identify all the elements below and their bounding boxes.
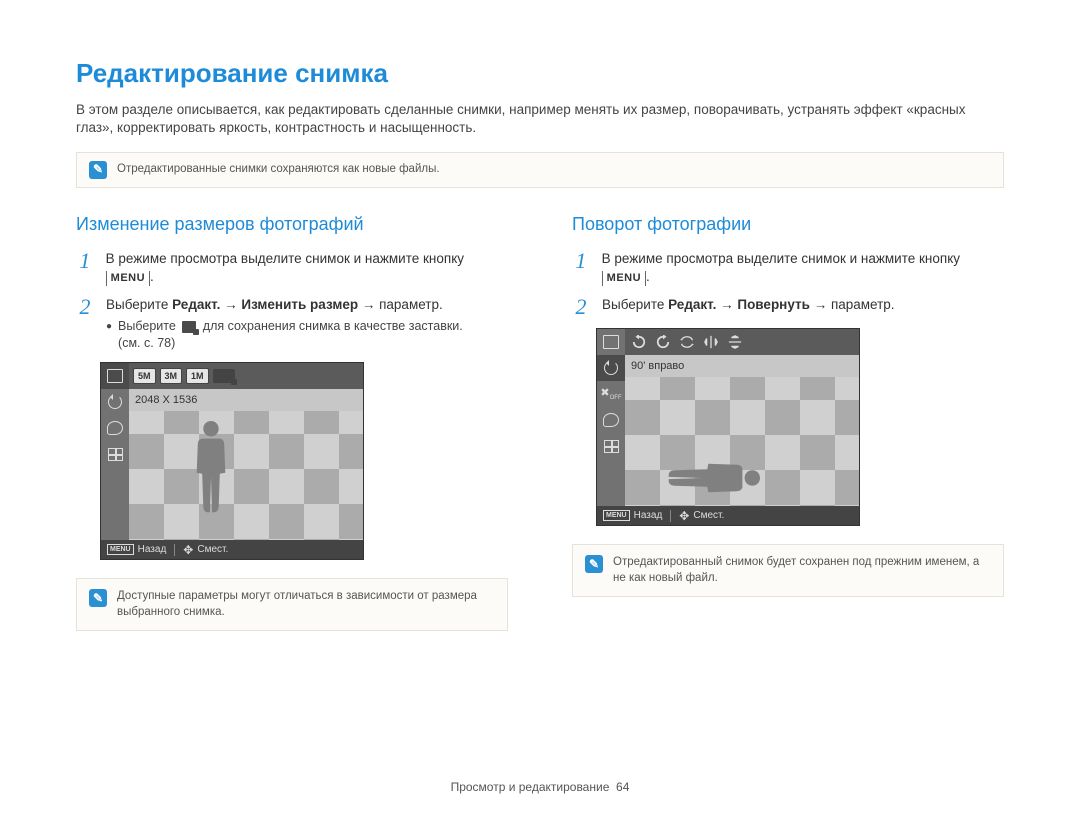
select-prefix: Выберите [602, 297, 668, 312]
status-move-icon: ✥ [679, 508, 689, 524]
status-back-label[interactable]: Назад [634, 509, 663, 523]
size-chip-startup-icon[interactable] [213, 369, 235, 383]
step1-suffix: . [646, 269, 650, 284]
status-back-label[interactable]: Назад [138, 543, 167, 557]
menu-badge: MENU [106, 271, 150, 286]
startup-image-icon [182, 321, 196, 333]
lcd-status-bar: MENU Назад ✥ Смест. [597, 506, 859, 525]
rotate-left-icon[interactable] [653, 334, 673, 350]
step-number: 1 [572, 250, 590, 286]
rotate-step-2: 2 Выберите Редакт. → Повернуть → парамет… [572, 296, 1004, 318]
sidebar-rotate-icon[interactable] [597, 355, 625, 381]
flip-horizontal-icon[interactable] [701, 334, 721, 350]
arrow: → [720, 297, 734, 312]
size-chip-3m[interactable]: 3M [160, 368, 183, 384]
note-icon: ✎ [585, 555, 603, 573]
footer-section: Просмотр и редактирование [451, 780, 610, 794]
heading-rotate: Поворот фотографии [572, 212, 1004, 236]
see-page: (см. с. 78) [118, 335, 463, 352]
flip-vertical-icon[interactable] [725, 334, 745, 350]
lcd-resize: 5M 3M 1M 2048 X 1536 MENU Назад [100, 362, 364, 560]
step-number: 1 [76, 250, 94, 286]
lcd-preview-area [625, 377, 859, 506]
arrow: → [362, 297, 376, 312]
step-number: 2 [76, 296, 94, 352]
rotate-right-icon[interactable] [629, 334, 649, 350]
rotate-label: Повернуть [737, 297, 810, 312]
sidebar-resize-icon[interactable] [597, 329, 625, 355]
status-menu-icon: MENU [107, 544, 134, 555]
footer-page-number: 64 [616, 780, 629, 794]
resize-label: Изменить размер [241, 297, 358, 312]
select-prefix: Выберите [106, 297, 172, 312]
param-suffix: параметр. [375, 297, 442, 312]
size-chip-5m[interactable]: 5M [133, 368, 156, 384]
sidebar-rotate-icon[interactable] [101, 389, 129, 415]
edit-label: Редакт. [172, 297, 220, 312]
status-menu-icon: MENU [603, 510, 630, 521]
sidebar-grid-icon[interactable] [597, 433, 625, 459]
page-title: Редактирование снимка [76, 56, 1004, 91]
note-left-text: Доступные параметры могут отличаться в з… [117, 589, 495, 620]
lcd-value-row: 90' вправо [625, 355, 859, 377]
rotate-180-icon[interactable] [677, 334, 697, 350]
col-rotate: Поворот фотографии 1 В режиме просмотра … [572, 212, 1004, 656]
resize-step-1: 1 В режиме просмотра выделите снимок и н… [76, 250, 508, 286]
lcd-preview-area [129, 411, 363, 540]
note-right-text: Отредактированный снимок будет сохранен … [613, 555, 991, 586]
bullet-suffix: для сохранения снимка в качестве заставк… [199, 319, 462, 333]
size-chip-1m[interactable]: 1M [186, 368, 209, 384]
bullet-prefix: Выберите [118, 319, 179, 333]
person-silhouette-icon [189, 417, 233, 535]
lcd-sidebar: ✖OFF [597, 329, 625, 506]
lcd-resolution-value: 2048 X 1536 [135, 393, 197, 408]
sidebar-palette-icon[interactable] [597, 407, 625, 433]
sidebar-palette-icon[interactable] [101, 415, 129, 441]
note-top-text: Отредактированные снимки сохраняются как… [117, 162, 440, 178]
step1-suffix: . [150, 269, 154, 284]
sidebar-grid-icon[interactable] [101, 441, 129, 467]
page-footer: Просмотр и редактирование 64 [0, 779, 1080, 795]
step1-text: В режиме просмотра выделите снимок и наж… [106, 251, 464, 266]
lcd-value-row: 2048 X 1536 [129, 389, 363, 411]
status-move-label[interactable]: Смест. [197, 543, 228, 557]
lcd-size-row: 5M 3M 1M [129, 363, 363, 389]
bullet-icon: ● [106, 318, 112, 352]
status-move-icon: ✥ [183, 542, 193, 558]
page-lead: В этом разделе описывается, как редактир… [76, 101, 1004, 137]
person-silhouette-icon [646, 456, 764, 500]
status-move-label[interactable]: Смест. [693, 509, 724, 523]
note-top: ✎ Отредактированные снимки сохраняются к… [76, 152, 1004, 188]
lcd-rotate-row [625, 329, 859, 355]
note-right: ✎ Отредактированный снимок будет сохране… [572, 544, 1004, 597]
note-icon: ✎ [89, 589, 107, 607]
sidebar-resize-icon[interactable] [101, 363, 129, 389]
arrow: → [224, 297, 238, 312]
rotate-step-1: 1 В режиме просмотра выделите снимок и н… [572, 250, 1004, 286]
sidebar-off-icon[interactable]: ✖OFF [597, 381, 625, 407]
lcd-sidebar [101, 363, 129, 540]
col-resize: Изменение размеров фотографий 1 В режиме… [76, 212, 508, 656]
note-left: ✎ Доступные параметры могут отличаться в… [76, 578, 508, 631]
step1-text: В режиме просмотра выделите снимок и наж… [602, 251, 960, 266]
heading-resize: Изменение размеров фотографий [76, 212, 508, 236]
lcd-rotate-value: 90' вправо [631, 359, 684, 374]
edit-label: Редакт. [668, 297, 716, 312]
lcd-status-bar: MENU Назад ✥ Смест. [101, 540, 363, 559]
resize-step-2: 2 Выберите Редакт. → Изменить размер → п… [76, 296, 508, 352]
menu-badge: MENU [602, 271, 646, 286]
step-number: 2 [572, 296, 590, 318]
arrow: → [814, 297, 828, 312]
lcd-rotate: ✖OFF 90' вправо [596, 328, 860, 526]
param-suffix: параметр. [827, 297, 894, 312]
note-icon: ✎ [89, 161, 107, 179]
